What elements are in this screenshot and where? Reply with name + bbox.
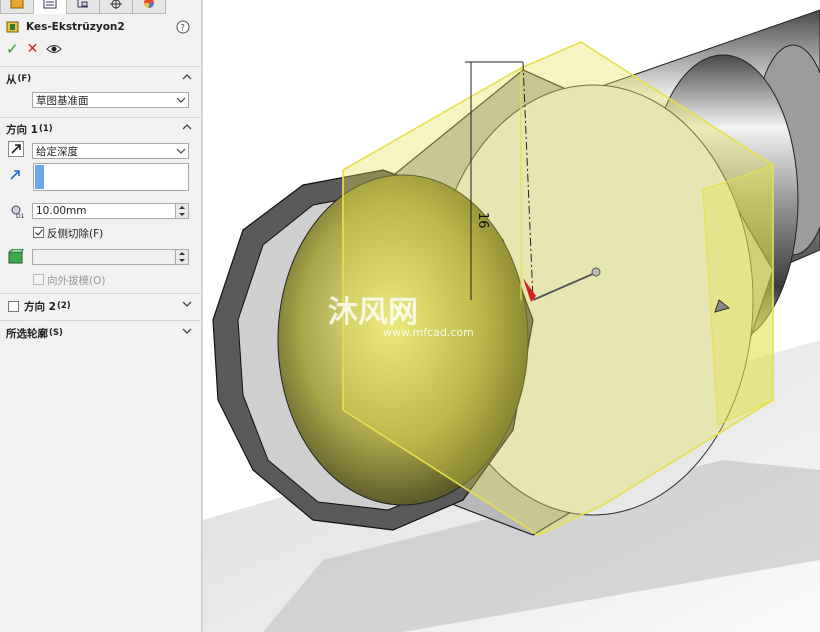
from-start-condition-value: 草图基准面 (36, 94, 89, 107)
draft-angle-input[interactable] (32, 249, 189, 265)
end-condition-value: 给定深度 (36, 145, 78, 158)
watermark-url: www.mfcad.com (383, 326, 474, 339)
chevron-up-icon[interactable] (182, 123, 192, 131)
action-buttons: ✓ ✕ (6, 40, 63, 58)
from-start-condition-select[interactable]: 草图基准面 (32, 92, 189, 108)
preview-eye-icon[interactable] (46, 43, 63, 55)
property-manager-panel: Kes-Ekstrüzyon2 ? ✓ ✕ 从 (F) 草图基准面 方向 1 (… (0, 0, 201, 632)
dimxpert-crosshair-icon (110, 0, 122, 9)
dimension-value[interactable]: 16 (475, 212, 490, 229)
draft-outward-checkbox[interactable] (33, 274, 44, 285)
svg-text:D1: D1 (16, 213, 25, 219)
chevron-down-icon (176, 148, 186, 154)
display-manager-icon (144, 0, 154, 8)
reverse-direction-button[interactable] (8, 141, 24, 157)
active-selection-indicator (35, 165, 44, 189)
tab-property-manager[interactable] (33, 0, 67, 14)
draft-angle-spinner[interactable] (175, 250, 188, 264)
direction2-label: 方向 2 (24, 300, 56, 313)
watermark-logo-text: 沐风网 (328, 295, 418, 330)
feature-manager-icon (10, 0, 24, 9)
drag-handle-icon[interactable] (591, 267, 601, 277)
spinner-arrows-icon (179, 206, 185, 216)
help-icon[interactable]: ? (176, 20, 190, 34)
cancel-button[interactable]: ✕ (27, 41, 39, 57)
draft-outward-label: 向外拔模(O) (47, 275, 106, 287)
direction2-section-header[interactable]: 方向 2 (2) (24, 298, 196, 314)
direction1-section-header[interactable]: 方向 1 (1) (6, 121, 196, 137)
direction-vector-icon (10, 170, 20, 180)
selected-contours-label: 所选轮廓 (6, 327, 48, 340)
chevron-up-icon[interactable] (182, 73, 192, 81)
feature-title-row: Kes-Ekstrüzyon2 ? (6, 18, 196, 36)
flip-side-to-cut-label: 反侧切除(F) (47, 228, 104, 240)
chevron-down-icon[interactable] (182, 327, 192, 335)
chevron-down-icon (176, 97, 186, 103)
direction1-shortcut: (1) (38, 124, 53, 134)
direction-reference-list[interactable] (33, 163, 189, 191)
from-section-label: 从 (6, 73, 17, 86)
feature-title: Kes-Ekstrüzyon2 (26, 21, 125, 33)
svg-text:?: ? (180, 24, 185, 34)
reverse-direction-arrow-icon (11, 144, 21, 154)
direction2-checkbox[interactable] (8, 301, 19, 312)
separator (0, 293, 201, 294)
tab-dimxpert-manager[interactable] (99, 0, 133, 14)
depth-value: 10.00mm (36, 205, 87, 217)
from-section-shortcut: (F) (17, 74, 32, 84)
depth-spinner[interactable] (175, 204, 188, 218)
manager-tabs (0, 0, 201, 14)
tab-configuration-manager[interactable] (66, 0, 100, 14)
end-condition-select[interactable]: 给定深度 (32, 143, 189, 159)
configuration-manager-icon (77, 0, 88, 8)
flip-side-to-cut-checkbox[interactable] (33, 227, 44, 238)
graphics-area[interactable]: 16 沐风网 www.mfcad.com (203, 0, 820, 632)
ok-button[interactable]: ✓ (6, 40, 19, 58)
from-section-header[interactable]: 从 (F) (6, 71, 196, 87)
separator (0, 66, 201, 67)
depth-input[interactable]: 10.00mm (32, 203, 189, 219)
direction1-label: 方向 1 (6, 123, 38, 136)
tab-feature-manager[interactable] (0, 0, 34, 14)
selected-contours-section-header[interactable]: 所选轮廓 (S) (6, 325, 196, 341)
direction2-shortcut: (2) (56, 301, 71, 311)
cut-extrude-icon (6, 21, 19, 33)
model-3d-view[interactable]: 16 沐风网 www.mfcad.com (203, 0, 820, 632)
separator (0, 320, 201, 321)
chevron-down-icon[interactable] (182, 300, 192, 308)
tab-display-manager[interactable] (132, 0, 166, 14)
depth-dimension-icon: D1 (11, 205, 25, 219)
separator (0, 117, 201, 118)
draft-on-off-icon[interactable] (8, 249, 24, 265)
property-manager-icon (43, 0, 57, 9)
selected-contours-shortcut: (S) (49, 328, 63, 338)
spinner-arrows-icon (179, 252, 185, 262)
